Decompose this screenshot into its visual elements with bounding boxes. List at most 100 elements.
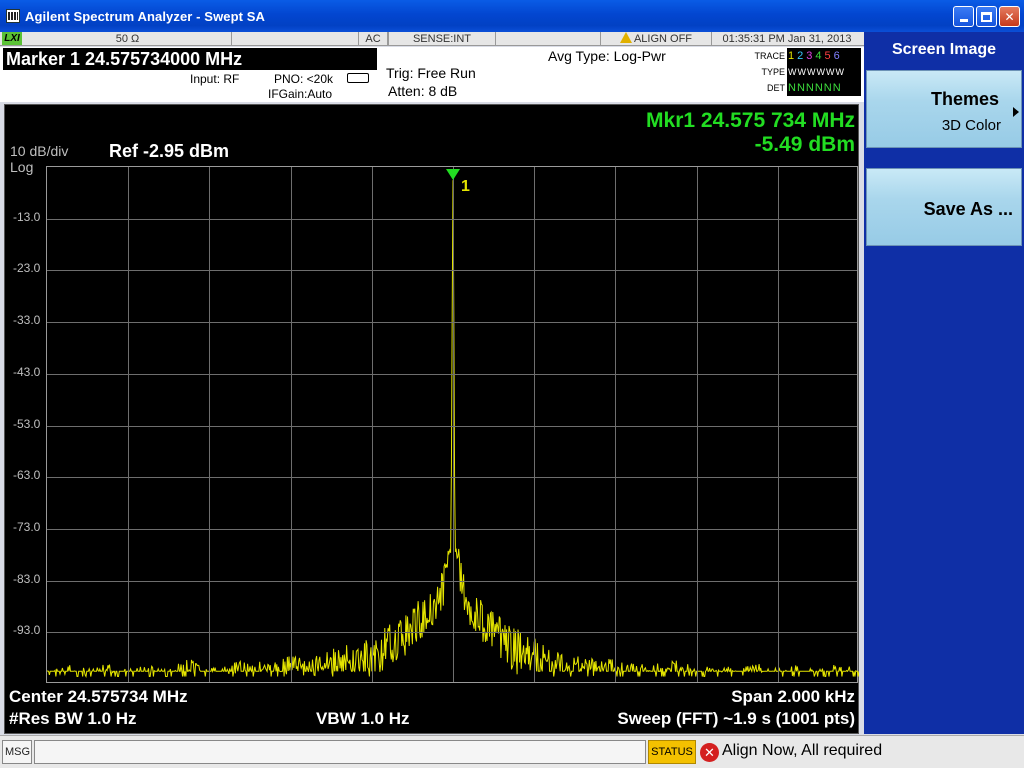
type-row: TYPE WWWWWW [747,64,861,80]
span[interactable]: Span 2.000 kHz [731,687,855,707]
ifgain-setting: IFGain:Auto [268,87,333,101]
scale-per-div: 10 dB/div [10,143,69,159]
grid-line-horizontal [47,322,857,324]
sweep-time[interactable]: Sweep (FFT) ~1.9 s (1001 pts) [617,709,855,729]
grid-line-horizontal [47,218,857,220]
message-field [34,740,646,764]
marker-1-label: 1 [461,178,470,196]
submenu-arrow-icon [1013,107,1019,117]
grid-line-horizontal [47,425,857,427]
y-tick-label: -43.0 [13,364,41,379]
type-row-label: TYPE [761,67,785,77]
reference-level[interactable]: Ref -2.95 dBm [109,141,229,162]
grid-line-vertical [128,167,130,682]
atten-setting: Atten: 8 dB [388,83,458,99]
grid-line-horizontal [47,477,857,479]
y-tick-label: -63.0 [13,468,41,483]
grid-line-vertical [371,167,373,682]
status-button[interactable]: STATUS [648,740,696,764]
marker-1-icon[interactable] [446,169,460,181]
y-tick-label: -33.0 [13,313,41,328]
grid-line-vertical [534,167,536,682]
sense-indicator: SENSE:INT [388,32,496,46]
resolution-bandwidth[interactable]: #Res BW 1.0 Hz [9,709,137,729]
datetime: 01:35:31 PM Jan 31, 2013 [722,33,852,45]
trace-number: 1 [788,50,796,62]
trigger-setting: Trig: Free Run [386,65,476,81]
grid-line-horizontal [47,632,857,634]
det-row-label: DET [767,83,785,93]
video-bandwidth[interactable]: VBW 1.0 Hz [316,709,410,729]
window-title: Agilent Spectrum Analyzer - Swept SA [25,8,266,24]
y-tick-label: -53.0 [13,416,41,431]
themes-softkey[interactable]: Themes 3D Color [866,70,1022,148]
align-indicator: ALIGN OFF [600,32,712,46]
y-tick-label: -83.0 [13,571,41,586]
minimize-button[interactable] [953,6,974,27]
themes-value: 3D Color [941,117,1001,134]
spectrum-display[interactable]: 10 dB/div Log Ref -2.95 dBm Mkr1 24.575 … [4,104,859,734]
marker-frequency-readout: Mkr1 24.575 734 MHz [646,109,855,132]
align-status: ALIGN OFF [633,33,693,45]
save-as-label: Save As ... [923,199,1013,219]
pno-mode-icon [347,73,369,83]
coupling-indicator: AC [358,32,388,46]
trace-row: TRACE 123456 [747,48,861,64]
det-row: DET NNNNNN [747,80,861,96]
grid-line-horizontal [47,528,857,530]
trace-row-label: TRACE [754,51,785,61]
trace-number: 3 [806,50,814,62]
scale-type: Log [10,159,34,175]
det-values: NNNNNN [787,80,861,96]
maximize-button[interactable] [976,6,997,27]
status-strip: LXI 50 Ω AC SENSE:INT ALIGN OFF 01:35:31… [0,32,864,46]
trace-number: 6 [833,50,841,62]
y-tick-label: -73.0 [13,519,41,534]
y-tick-label: -13.0 [13,209,41,224]
window-titlebar: Agilent Spectrum Analyzer - Swept SA ✕ [0,0,1024,32]
measurement-header: Marker 1 24.575734000 MHz Input: RF PNO:… [0,47,864,102]
trace-number: 5 [824,50,832,62]
grid-line-vertical [290,167,292,682]
strip-spacer [232,32,358,46]
error-icon: ✕ [700,743,719,762]
input-setting: Input: RF [190,72,240,86]
msg-label: MSG [2,740,32,764]
close-button[interactable]: ✕ [999,6,1020,27]
graticule[interactable]: 1 [46,166,859,683]
grid-line-horizontal [47,373,857,375]
trace-number: 4 [815,50,823,62]
trace-status-table: TRACE 123456 TYPE WWWWWW DET NNNNNN [747,48,861,98]
warning-icon [619,32,632,43]
grid-line-vertical [777,167,779,682]
pno-setting: PNO: <20k [274,72,334,86]
y-tick-label: -23.0 [13,261,41,276]
window-controls: ✕ [953,6,1020,27]
trace-number: 2 [797,50,805,62]
impedance-indicator: 50 Ω [24,32,232,46]
y-tick-label: -93.0 [13,623,41,638]
center-frequency[interactable]: Center 24.575734 MHz [9,687,188,707]
grid-line-horizontal [47,270,857,272]
save-as-softkey[interactable]: Save As ... [866,168,1022,246]
message-bar: MSG STATUS ✕ Align Now, All required [0,735,1024,768]
analyzer-app-icon [6,9,20,23]
avg-type-setting: Avg Type: Log-Pwr [548,48,666,64]
active-marker-readout[interactable]: Marker 1 24.575734000 MHz [3,48,377,70]
close-icon: ✕ [1004,9,1015,24]
grid-line-vertical [209,167,211,682]
grid-line-vertical [696,167,698,682]
lxi-icon: LXI [2,32,22,45]
grid-line-vertical [453,167,454,682]
grid-line-horizontal [47,580,857,582]
grid-line-vertical [615,167,617,682]
strip-spacer-2 [496,32,600,46]
type-values: WWWWWW [787,64,861,80]
analyzer-app: LXI 50 Ω AC SENSE:INT ALIGN OFF 01:35:31… [0,32,1024,768]
trace-numbers: 123456 [787,48,861,64]
minimize-icon [959,19,968,22]
softkey-panel: Screen Image Themes 3D Color Save As ... [864,32,1024,734]
maximize-icon [981,11,992,22]
softkey-menu-title: Screen Image [866,34,1022,66]
marker-amplitude-readout: -5.49 dBm [754,133,855,156]
